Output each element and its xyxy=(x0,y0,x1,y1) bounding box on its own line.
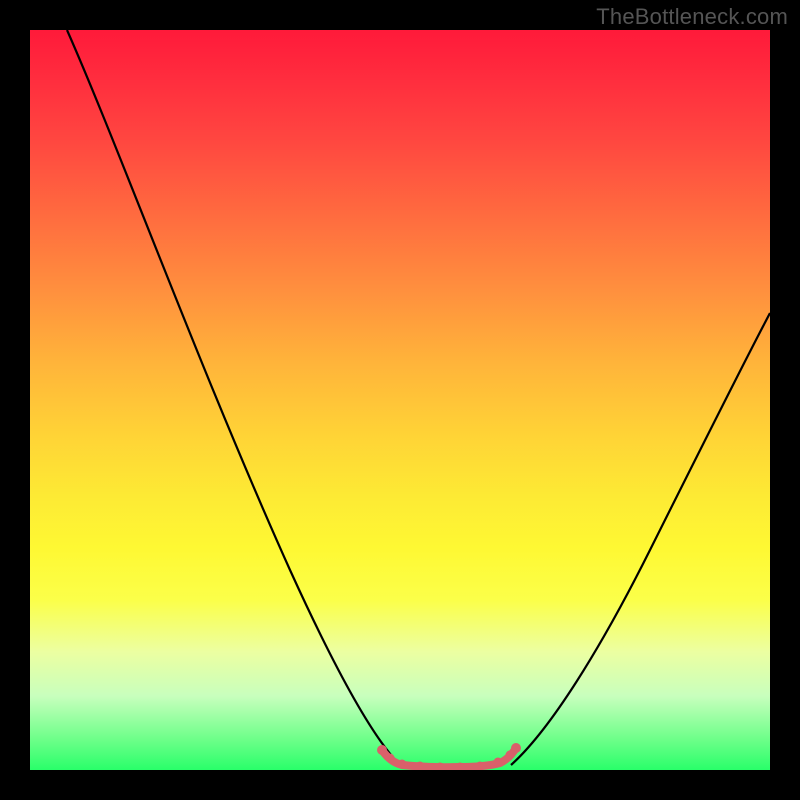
chart-frame: TheBottleneck.com xyxy=(0,0,800,800)
plot-area xyxy=(30,30,770,770)
left-curve xyxy=(67,30,400,765)
curve-layer xyxy=(30,30,770,770)
watermark-text: TheBottleneck.com xyxy=(596,4,788,30)
right-curve xyxy=(511,313,770,765)
